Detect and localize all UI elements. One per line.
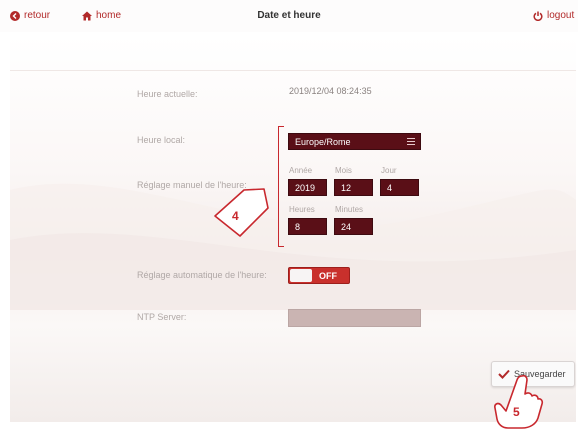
auto-time-label: Réglage automatique de l'heure:: [137, 270, 267, 280]
top-bar: retour home Date et heure logout: [0, 0, 578, 32]
timezone-value: Europe/Rome: [295, 137, 351, 147]
step-4-callout-icon: [214, 188, 269, 237]
toggle-state: OFF: [319, 271, 337, 281]
logout-label: logout: [547, 10, 575, 21]
day-label: Jour: [381, 166, 397, 175]
month-field[interactable]: 12: [334, 179, 373, 196]
divider: [10, 70, 576, 71]
screen: retour home Date et heure logout Heure a…: [0, 0, 578, 432]
highlight-bracket: [278, 126, 284, 247]
month-label: Mois: [335, 166, 352, 175]
auto-time-toggle[interactable]: OFF: [288, 267, 350, 284]
toggle-knob: [290, 269, 312, 282]
hours-label: Heures: [289, 205, 315, 214]
local-time-label: Heure local:: [137, 135, 186, 145]
current-time-label: Heure actuelle:: [137, 89, 198, 99]
minutes-field[interactable]: 24: [334, 218, 373, 235]
hand-pointer-icon: [494, 374, 544, 429]
year-label: Année: [289, 166, 313, 175]
page-title: Date et heure: [257, 10, 321, 21]
minutes-label: Minutes: [335, 205, 364, 214]
year-field[interactable]: 2019: [288, 179, 327, 196]
step-4-number: 4: [232, 209, 239, 223]
logout-button[interactable]: logout: [533, 10, 574, 21]
day-field[interactable]: 4: [380, 179, 419, 196]
timezone-select[interactable]: Europe/Rome: [288, 133, 421, 150]
power-icon: [533, 11, 543, 21]
current-time-value: 2019/12/04 08:24:35: [289, 86, 372, 96]
ntp-server-input[interactable]: [288, 309, 421, 327]
step-5-number: 5: [513, 405, 520, 419]
hamburger-menu-icon: [407, 138, 415, 146]
ntp-label: NTP Server:: [137, 312, 187, 322]
hours-field[interactable]: 8: [288, 218, 327, 235]
